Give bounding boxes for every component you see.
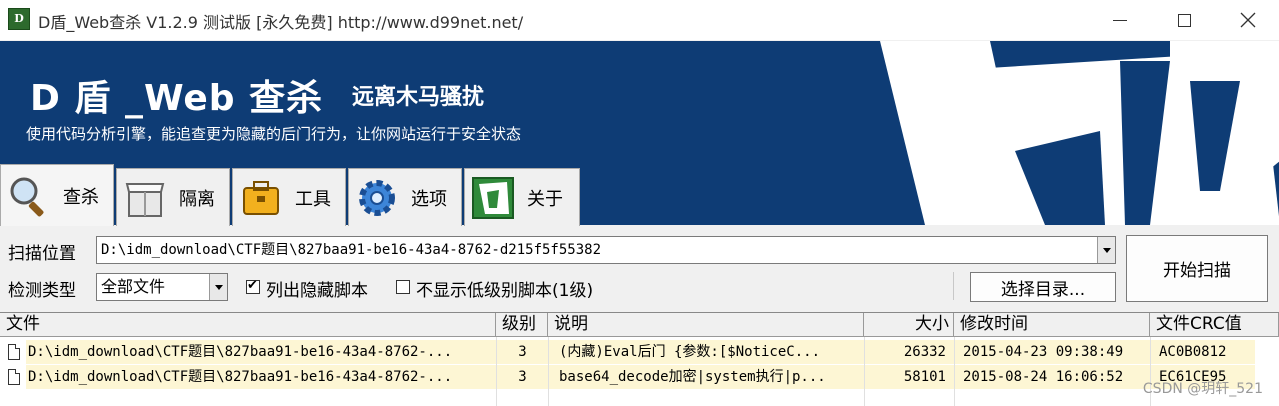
tab-label: 隔离 xyxy=(179,188,215,210)
maximize-icon xyxy=(1177,13,1191,27)
tab-label: 选项 xyxy=(411,188,447,210)
start-scan-button[interactable]: 开始扫描 xyxy=(1126,235,1268,302)
chevron-down-icon xyxy=(1102,247,1111,253)
separator xyxy=(953,272,954,300)
window-title: D盾_Web查杀 V1.2.9 测试版 [永久免费] http://www.d9… xyxy=(38,13,524,32)
table-row[interactable]: D:\idm_download\CTF题目\827baa91-be16-43a4… xyxy=(0,365,1279,389)
gear-icon xyxy=(359,179,395,216)
cell-description: base64_decode加密|system执行|p... xyxy=(549,365,864,389)
list-hidden-checkbox[interactable] xyxy=(246,278,260,294)
cell-size: 26332 xyxy=(865,340,954,364)
table-row[interactable]: D:\idm_download\CTF题目\827baa91-be16-43a4… xyxy=(0,340,1279,364)
tab-label: 查杀 xyxy=(63,186,99,208)
scan-path-label: 扫描位置 xyxy=(8,244,76,264)
tab-label: 工具 xyxy=(295,188,331,210)
column-header-description[interactable]: 说明 xyxy=(548,313,864,337)
banner-description: 使用代码分析引擎，能追查更为隐藏的后门行为，让你网站运行于安全状态 xyxy=(26,125,522,143)
close-icon xyxy=(1240,12,1256,28)
chevron-down-icon xyxy=(214,284,223,290)
cell-level: 3 xyxy=(497,365,548,389)
banner-subtitle: 远离木马骚扰 xyxy=(352,85,485,110)
column-header-file[interactable]: 文件 xyxy=(0,313,496,337)
d-logo-icon xyxy=(472,176,514,219)
close-button[interactable] xyxy=(1216,0,1279,40)
magnifier-icon xyxy=(10,177,44,216)
cell-file: D:\idm_download\CTF题目\827baa91-be16-43a4… xyxy=(26,340,496,364)
tab-options[interactable]: 选项 xyxy=(348,168,462,226)
cell-level: 3 xyxy=(497,340,548,364)
select-directory-button[interactable]: 选择目录... xyxy=(970,272,1116,302)
tab-tools[interactable]: 工具 xyxy=(232,168,346,226)
hide-low-level-label: 不显示低级别脚本(1级) xyxy=(416,281,594,301)
tab-about[interactable]: 关于 xyxy=(464,168,580,226)
tab-label: 关于 xyxy=(527,188,563,210)
type-dropdown-button[interactable] xyxy=(209,274,227,300)
minimize-icon xyxy=(1113,19,1127,21)
minimize-button[interactable] xyxy=(1088,0,1152,40)
list-hidden-label: 列出隐藏脚本 xyxy=(266,281,368,301)
file-icon xyxy=(8,369,20,385)
cell-modified-time: 2015-04-23 09:38:49 xyxy=(955,340,1150,364)
tab-scan[interactable]: 查杀 xyxy=(0,164,114,226)
watermark: CSDN @玥轩_521 xyxy=(1142,381,1263,397)
column-header-modified-time[interactable]: 修改时间 xyxy=(954,313,1150,337)
banner-title: D 盾 _Web 查杀 xyxy=(30,78,324,119)
cell-size: 58101 xyxy=(865,365,954,389)
hide-low-level-checkbox[interactable] xyxy=(396,280,410,294)
results-table[interactable]: 文件 级别 说明 大小 修改时间 文件CRC值 D:\idm_download\… xyxy=(0,312,1279,406)
cell-modified-time: 2015-08-24 16:06:52 xyxy=(955,365,1150,389)
cell-crc: AC0B0812 xyxy=(1151,340,1255,364)
path-dropdown-button[interactable] xyxy=(1097,237,1115,263)
maximize-button[interactable] xyxy=(1152,0,1216,40)
file-icon xyxy=(8,344,20,360)
box-icon xyxy=(125,182,165,217)
scan-path-input[interactable]: D:\idm_download\CTF题目\827baa91-be16-43a4… xyxy=(96,236,1116,264)
column-header-crc[interactable]: 文件CRC值 xyxy=(1150,313,1279,337)
cell-file: D:\idm_download\CTF题目\827baa91-be16-43a4… xyxy=(26,365,496,389)
cell-description: (内藏)Eval后门 {参数:[$NoticeC... xyxy=(549,340,864,364)
tab-quarantine[interactable]: 隔离 xyxy=(116,168,230,226)
column-header-size[interactable]: 大小 xyxy=(864,313,954,337)
scan-type-label: 检测类型 xyxy=(8,281,76,301)
briefcase-icon xyxy=(243,180,279,215)
d-shield-logo xyxy=(880,41,1279,225)
column-header-level[interactable]: 级别 xyxy=(496,313,548,337)
title-bar: D D盾_Web查杀 V1.2.9 测试版 [永久免费] http://www.… xyxy=(0,0,1279,40)
app-icon: D xyxy=(8,8,30,30)
